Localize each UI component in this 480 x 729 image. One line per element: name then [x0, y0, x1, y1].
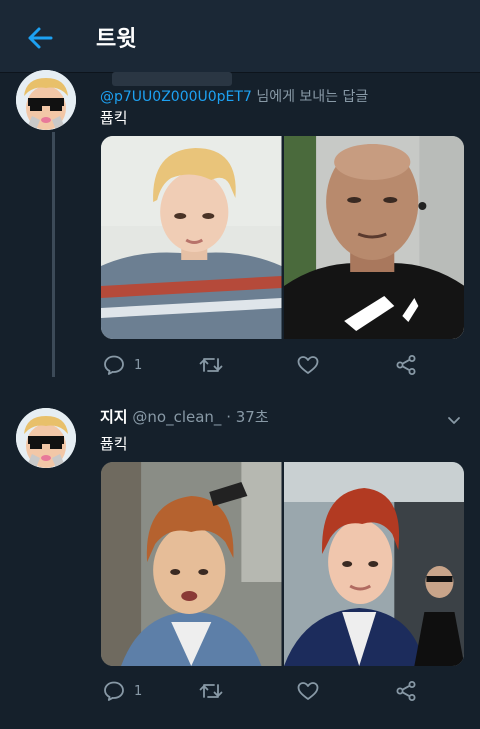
share-icon: [396, 355, 416, 375]
page-title: 트윗: [96, 27, 137, 52]
reply-button[interactable]: 1: [102, 679, 142, 703]
tweet-media[interactable]: [101, 136, 464, 339]
tweet-actions: 1: [100, 353, 430, 383]
user-handle[interactable]: @no_clean_: [132, 408, 221, 426]
arrow-left-icon: [28, 27, 53, 49]
retweet-button[interactable]: [198, 353, 224, 377]
reply-icon: [104, 355, 124, 375]
tweet-media[interactable]: [101, 462, 464, 666]
avatar[interactable]: [16, 408, 76, 468]
more-options-button[interactable]: [446, 412, 462, 428]
avatar[interactable]: [16, 70, 76, 130]
reply-context: @p7UU0Z000U0pET7 님에게 보내는 답글: [100, 86, 368, 106]
redacted-name: [112, 72, 232, 86]
chevron-down-icon: [448, 417, 460, 424]
photo[interactable]: [101, 462, 282, 666]
tweet-text: 퓹킥: [100, 435, 128, 453]
share-icon: [396, 681, 416, 701]
photo[interactable]: [283, 462, 464, 666]
reply-count: 1: [134, 683, 143, 699]
like-button[interactable]: [296, 679, 320, 703]
share-button[interactable]: [394, 353, 418, 377]
thread-line: [52, 132, 55, 377]
back-button[interactable]: [24, 22, 56, 54]
top-bar: 트윗: [0, 0, 480, 73]
retweet-icon: [199, 684, 223, 698]
reply-mention-link[interactable]: @p7UU0Z000U0pET7: [100, 89, 252, 105]
tweet-actions: 1: [100, 679, 430, 709]
reply-suffix: 님에게 보내는 답글: [256, 89, 369, 105]
heart-icon: [297, 682, 319, 700]
tweet-text: 퓹킥: [100, 109, 128, 127]
tweet-header: 지지 @no_clean_ · 37초: [100, 406, 269, 427]
reply-button[interactable]: 1: [102, 353, 142, 377]
heart-icon: [297, 356, 319, 374]
user-name[interactable]: 지지: [100, 408, 128, 426]
reply-icon: [104, 681, 124, 701]
tweet-timestamp[interactable]: · 37초: [226, 408, 268, 426]
retweet-button[interactable]: [198, 679, 224, 703]
photo[interactable]: [101, 136, 282, 339]
share-button[interactable]: [394, 679, 418, 703]
like-button[interactable]: [296, 353, 320, 377]
reply-count: 1: [134, 357, 143, 373]
retweet-icon: [199, 358, 223, 372]
photo[interactable]: [283, 136, 464, 339]
